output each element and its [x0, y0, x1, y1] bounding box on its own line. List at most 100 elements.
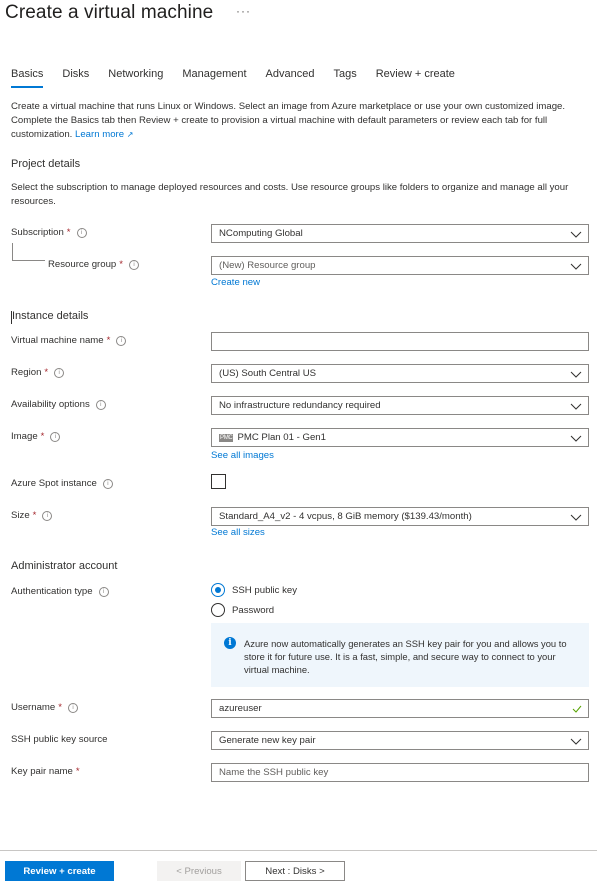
availability-dropdown[interactable]: No infrastructure redundancy required — [211, 396, 589, 415]
image-dropdown[interactable]: PMC PMC Plan 01 - Gen1 — [211, 428, 589, 447]
ssh-source-dropdown[interactable]: Generate new key pair — [211, 731, 589, 750]
availability-label: Availability options i — [11, 399, 106, 410]
ssh-source-label: SSH public key source — [11, 734, 108, 745]
spot-instance-checkbox[interactable] — [211, 474, 226, 489]
ssh-info-text: Azure now automatically generates an SSH… — [244, 638, 567, 675]
create-new-resource-group-link[interactable]: Create new — [211, 277, 260, 288]
footer-divider — [0, 850, 597, 851]
review-create-button[interactable]: Review + create — [5, 861, 114, 881]
tab-advanced[interactable]: Advanced — [266, 68, 315, 88]
intro-description: Create a virtual machine that runs Linux… — [11, 100, 591, 142]
region-value: (US) South Central US — [219, 368, 317, 379]
availability-value: No infrastructure redundancy required — [219, 400, 381, 411]
required-marker: * — [75, 766, 80, 777]
info-icon[interactable]: i — [50, 431, 61, 442]
info-icon[interactable]: i — [76, 227, 87, 238]
info-icon[interactable]: i — [68, 702, 78, 713]
resource-group-label-text: Resource group — [48, 259, 117, 270]
size-label-text: Size — [11, 510, 30, 521]
info-icon[interactable]: i — [42, 510, 53, 521]
previous-button[interactable]: < Previous — [157, 861, 241, 881]
key-pair-name-label-text: Key pair name — [11, 766, 73, 777]
ssh-source-value: Generate new key pair — [219, 735, 316, 746]
subscription-label-text: Subscription — [11, 227, 64, 238]
vm-name-input[interactable] — [211, 332, 589, 351]
tree-connector — [12, 243, 45, 261]
image-label-text: Image — [11, 431, 38, 442]
auth-type-label-text: Authentication type — [11, 586, 93, 597]
info-icon[interactable]: i — [95, 399, 106, 410]
page-title: Create a virtual machine — [5, 2, 214, 23]
chevron-down-icon — [570, 738, 582, 745]
region-label: Region * i — [11, 367, 65, 378]
info-icon[interactable]: i — [98, 586, 109, 597]
chevron-down-icon — [570, 514, 582, 521]
info-icon[interactable]: i — [116, 335, 127, 346]
tab-tags[interactable]: Tags — [333, 68, 356, 88]
required-marker: * — [32, 510, 37, 521]
username-label: Username * i — [11, 702, 78, 713]
required-marker: * — [66, 227, 71, 238]
admin-account-heading: Administrator account — [11, 560, 118, 572]
size-value: Standard_A4_v2 - 4 vcpus, 8 GiB memory (… — [219, 511, 472, 522]
spot-instance-label: Azure Spot instance i — [11, 478, 113, 489]
more-options-button[interactable]: ··· — [236, 4, 251, 18]
required-marker: * — [44, 367, 49, 378]
see-all-sizes-link[interactable]: See all sizes — [211, 527, 265, 538]
ssh-info-banner: i Azure now automatically generates an S… — [211, 623, 589, 687]
resource-group-dropdown[interactable]: (New) Resource group — [211, 256, 589, 275]
radio-ssh-public-key[interactable] — [211, 583, 225, 597]
required-marker: * — [40, 431, 45, 442]
next-disks-button[interactable]: Next : Disks > — [245, 861, 345, 881]
vm-name-label: Virtual machine name * i — [11, 335, 127, 346]
image-publisher-logo-icon: PMC — [219, 433, 234, 442]
subscription-label: Subscription * i — [11, 227, 87, 238]
info-icon[interactable]: i — [54, 367, 65, 378]
key-pair-name-input[interactable]: Name the SSH public key — [211, 763, 589, 782]
chevron-down-icon — [570, 231, 582, 238]
ssh-source-label-text: SSH public key source — [11, 734, 108, 745]
learn-more-label: Learn more — [75, 129, 125, 140]
info-icon[interactable]: i — [102, 478, 113, 489]
subscription-value: NComputing Global — [219, 228, 303, 239]
size-label: Size * i — [11, 510, 53, 521]
required-marker: * — [106, 335, 111, 346]
tab-networking[interactable]: Networking — [108, 68, 163, 88]
radio-password[interactable] — [211, 603, 225, 617]
tab-basics[interactable]: Basics — [11, 68, 44, 88]
learn-more-link[interactable]: Learn more ↗ — [75, 129, 133, 140]
valid-check-icon — [572, 705, 582, 713]
username-value: azureuser — [219, 703, 262, 714]
info-icon[interactable]: i — [129, 259, 139, 270]
tab-bar: Basics Disks Networking Management Advan… — [11, 68, 474, 88]
see-all-images-link[interactable]: See all images — [211, 450, 274, 461]
spot-instance-label-text: Azure Spot instance — [11, 478, 97, 489]
username-input[interactable]: azureuser — [211, 699, 589, 718]
chevron-down-icon — [570, 371, 582, 378]
password-option-label: Password — [232, 604, 275, 616]
tab-management[interactable]: Management — [182, 68, 246, 88]
key-pair-name-placeholder: Name the SSH public key — [219, 767, 329, 778]
auth-type-label: Authentication type i — [11, 586, 109, 597]
auth-password-option[interactable]: Password — [211, 603, 274, 617]
chevron-down-icon — [570, 263, 582, 270]
required-marker: * — [119, 259, 123, 270]
vm-name-label-text: Virtual machine name — [11, 335, 104, 346]
tab-review-create[interactable]: Review + create — [376, 68, 455, 88]
chevron-down-icon — [570, 435, 582, 442]
size-dropdown[interactable]: Standard_A4_v2 - 4 vcpus, 8 GiB memory (… — [211, 507, 589, 526]
ssh-option-label: SSH public key — [232, 584, 298, 596]
region-dropdown[interactable]: (US) South Central US — [211, 364, 589, 383]
region-label-text: Region — [11, 367, 42, 378]
key-pair-name-label: Key pair name * — [11, 766, 80, 777]
required-marker: * — [58, 702, 62, 713]
chevron-down-icon — [570, 403, 582, 410]
auth-ssh-option[interactable]: SSH public key — [211, 583, 297, 597]
info-filled-icon: i — [224, 637, 236, 649]
resource-group-label: Resource group * i — [48, 259, 139, 270]
project-details-heading: Project details — [11, 158, 81, 170]
tab-disks[interactable]: Disks — [62, 68, 89, 88]
external-link-icon: ↗ — [126, 130, 134, 139]
image-value: PMC Plan 01 - Gen1 — [237, 432, 326, 443]
subscription-dropdown[interactable]: NComputing Global — [211, 224, 589, 243]
